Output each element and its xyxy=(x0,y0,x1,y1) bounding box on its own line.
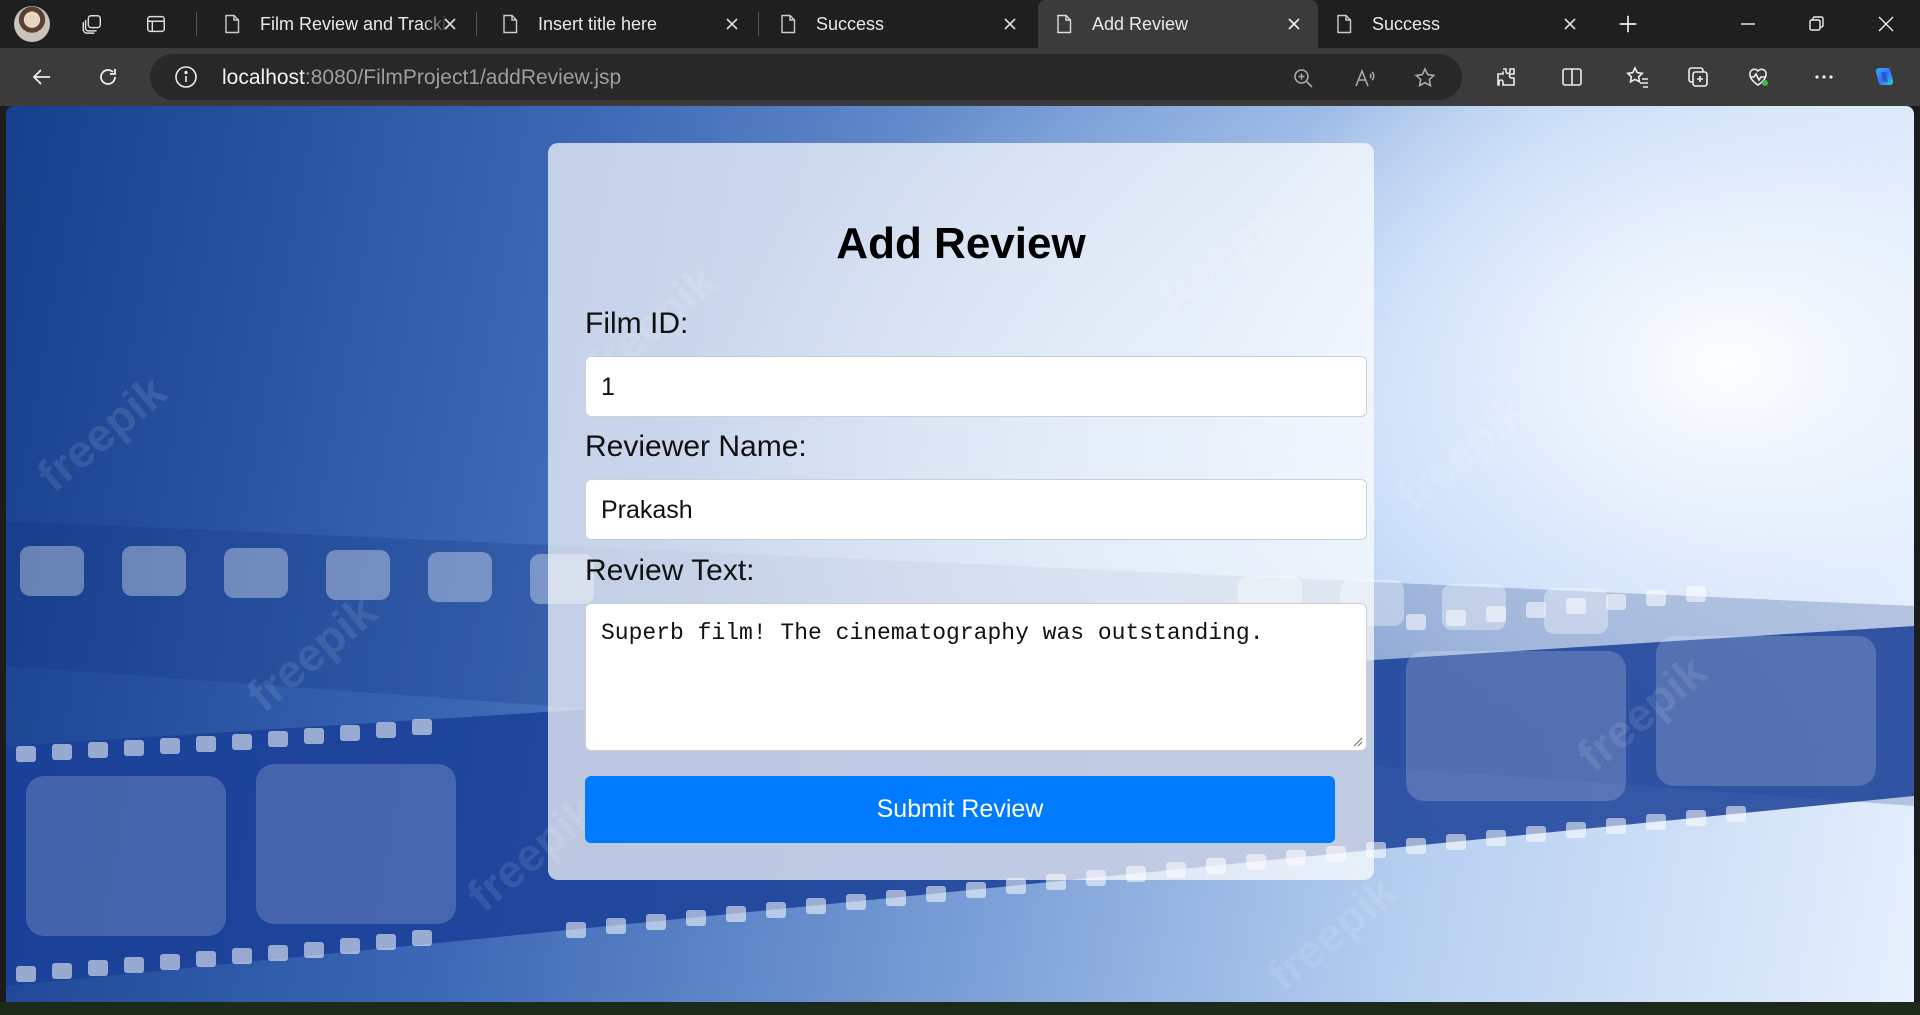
vertical-tabs-icon[interactable] xyxy=(140,8,172,40)
new-tab-icon[interactable] xyxy=(1612,8,1644,40)
watermark-text: freepik xyxy=(1566,644,1716,782)
address-bar[interactable]: localhost:8080/FilmProject1/addReview.js… xyxy=(150,54,1462,100)
tab-title: Film Review and Tracking xyxy=(260,13,450,34)
close-window-icon[interactable] xyxy=(1852,0,1920,48)
info-icon[interactable] xyxy=(174,65,198,89)
url-text[interactable]: localhost:8080/FilmProject1/addReview.js… xyxy=(222,66,621,90)
review-text-label: Review Text: xyxy=(585,554,755,587)
tab-separator xyxy=(758,12,759,36)
minimize-icon[interactable] xyxy=(1714,0,1782,48)
tab-insert-title[interactable]: Insert title here xyxy=(484,0,756,48)
film-id-label: Film ID: xyxy=(585,307,689,340)
taskbar-edge xyxy=(0,1002,1920,1015)
watermark-text: freepik xyxy=(1386,384,1536,522)
page-viewport: freepik freepik freepik freepik freepik … xyxy=(6,106,1914,1002)
split-screen-icon[interactable] xyxy=(1556,61,1588,93)
watermark-text: freepik xyxy=(1256,864,1406,1002)
extensions-icon[interactable] xyxy=(1490,61,1522,93)
close-tab-icon[interactable] xyxy=(440,14,460,34)
favorite-star-icon[interactable] xyxy=(1412,65,1438,91)
restore-icon[interactable] xyxy=(1782,0,1850,48)
tab-add-review[interactable]: Add Review xyxy=(1038,0,1318,48)
page-icon xyxy=(781,14,796,34)
tab-title: Add Review xyxy=(1092,13,1189,34)
browser-essentials-icon[interactable] xyxy=(1742,61,1774,93)
refresh-icon[interactable] xyxy=(92,61,124,93)
url-host: localhost xyxy=(222,66,305,89)
zoom-icon[interactable] xyxy=(1290,65,1316,91)
back-arrow-icon[interactable] xyxy=(26,61,58,93)
tab-success-1[interactable]: Success xyxy=(762,0,1034,48)
more-options-icon[interactable] xyxy=(1808,61,1840,93)
resize-handle-icon[interactable] xyxy=(1351,735,1363,747)
workspaces-icon[interactable] xyxy=(76,8,108,40)
url-path: :8080/FilmProject1/addReview.jsp xyxy=(304,66,622,89)
review-text-value: Superb film! The cinematography was outs… xyxy=(601,620,1264,646)
close-tab-icon[interactable] xyxy=(1560,14,1580,34)
page-icon xyxy=(225,14,240,34)
page-title: Add Review xyxy=(836,219,1086,268)
close-tab-icon[interactable] xyxy=(722,14,742,34)
tab-film-review[interactable]: Film Review and Tracking xyxy=(206,0,474,48)
watermark-text: freepik xyxy=(26,364,176,502)
favorites-icon[interactable] xyxy=(1622,61,1654,93)
film-id-input[interactable]: 1 xyxy=(585,356,1367,417)
reviewer-name-label: Reviewer Name: xyxy=(585,430,807,463)
tab-strip: Film Review and Tracking Insert title he… xyxy=(0,0,1920,48)
profile-avatar[interactable] xyxy=(14,6,50,42)
tab-separator xyxy=(476,12,477,36)
tab-title: Insert title here xyxy=(538,13,658,34)
tab-title: Success xyxy=(816,13,885,34)
tab-success-2[interactable]: Success xyxy=(1318,0,1594,48)
reviewer-name-input[interactable]: Prakash xyxy=(585,479,1367,540)
close-tab-icon[interactable] xyxy=(1000,14,1020,34)
submit-review-button[interactable]: Submit Review xyxy=(585,776,1335,843)
close-tab-icon[interactable] xyxy=(1284,14,1304,34)
page-icon xyxy=(1057,14,1072,34)
add-review-form: Add Review Film ID: 1 Reviewer Name: Pra… xyxy=(548,143,1374,880)
watermark-text: freepik xyxy=(236,584,386,722)
page-icon xyxy=(503,14,518,34)
review-text-area[interactable]: Superb film! The cinematography was outs… xyxy=(585,603,1367,751)
tab-separator xyxy=(196,12,197,36)
collections-icon[interactable] xyxy=(1682,61,1714,93)
tab-title: Success xyxy=(1372,13,1441,34)
browser-toolbar: localhost:8080/FilmProject1/addReview.js… xyxy=(0,48,1920,106)
page-icon xyxy=(1337,14,1352,34)
copilot-icon[interactable] xyxy=(1868,61,1900,93)
read-aloud-icon[interactable] xyxy=(1352,65,1378,91)
